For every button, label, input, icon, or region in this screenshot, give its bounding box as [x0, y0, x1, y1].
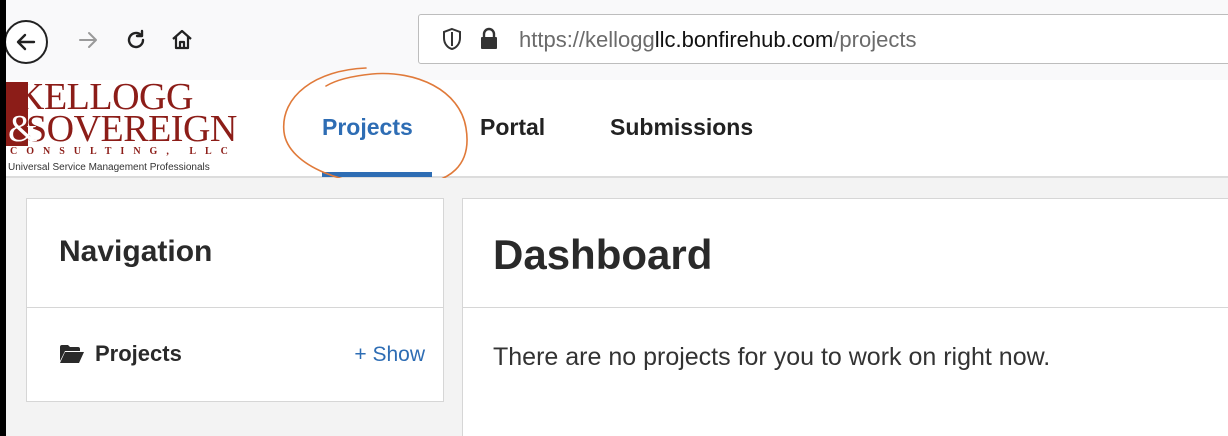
sidebar-item-projects[interactable]: Projects [59, 341, 182, 367]
dashboard-title: Dashboard [493, 231, 713, 278]
back-button[interactable] [6, 20, 48, 64]
nav-submissions[interactable]: Submissions [610, 114, 753, 141]
arrow-right-icon [79, 32, 97, 48]
navigation-panel: Navigation Projects + Show [26, 198, 444, 402]
active-tab-underline [322, 172, 432, 177]
divider [463, 307, 1228, 308]
dashboard-panel: Dashboard There are no projects for you … [462, 198, 1228, 436]
navigation-title: Navigation [59, 235, 213, 268]
url-text: https://kelloggllc.bonfirehub.com/projec… [519, 27, 917, 52]
sidebar-projects-label: Projects [95, 341, 182, 366]
logo-line2: & SOVEREIGN [8, 108, 237, 150]
show-projects-link[interactable]: + Show [354, 343, 425, 367]
browser-window: https://kelloggllc.bonfirehub.com/projec… [6, 0, 1228, 436]
address-bar[interactable]: https://kelloggllc.bonfirehub.com/projec… [418, 14, 1228, 64]
lock-icon [481, 27, 497, 49]
home-button[interactable] [160, 18, 204, 62]
empty-state-message: There are no projects for you to work on… [493, 343, 1051, 371]
forward-button[interactable] [66, 18, 110, 62]
home-icon [172, 29, 192, 50]
logo-consulting: CONSULTING, LLC [10, 146, 237, 157]
reload-button[interactable] [114, 18, 158, 62]
logo-tagline: Universal Service Management Professiona… [8, 162, 210, 173]
browser-toolbar: https://kelloggllc.bonfirehub.com/projec… [6, 0, 1228, 81]
divider [27, 307, 443, 308]
shield-icon [443, 27, 461, 51]
nav-portal[interactable]: Portal [480, 114, 545, 141]
site-header: KELLOGG & SOVEREIGN CONSULTING, LLC Unive… [6, 78, 1228, 178]
arrow-left-icon [16, 33, 36, 51]
company-logo[interactable]: KELLOGG & SOVEREIGN CONSULTING, LLC Unive… [6, 78, 274, 176]
folder-open-icon [60, 345, 84, 363]
reload-icon [127, 29, 145, 49]
nav-projects[interactable]: Projects [322, 114, 413, 141]
